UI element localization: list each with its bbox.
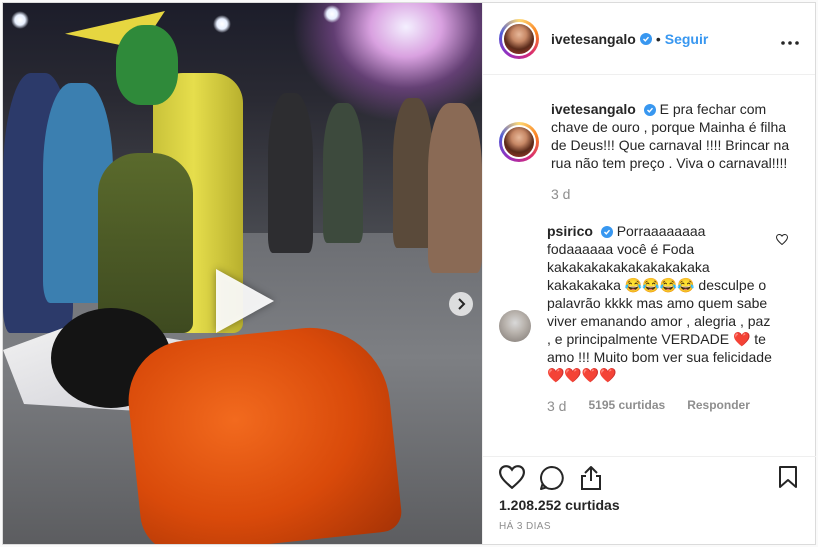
caption-meta: 3 d — [551, 186, 791, 202]
comment-body: Porraaaaaaaa fodaaaaaa você é Foda kakak… — [547, 223, 772, 383]
play-icon[interactable] — [216, 269, 274, 333]
reply-button[interactable]: Responder — [687, 398, 750, 414]
caption-time[interactable]: 3 d — [551, 186, 570, 202]
verified-badge-icon — [600, 226, 613, 239]
action-bar — [483, 456, 816, 496]
avatar[interactable] — [499, 310, 531, 342]
chevron-right-icon[interactable] — [449, 292, 473, 316]
more-options-icon[interactable] — [781, 29, 799, 50]
comment-icon[interactable] — [539, 465, 565, 496]
street-lamp — [11, 11, 29, 29]
green-robe-figure — [98, 153, 193, 333]
comment-meta: 3 d 5195 curtidas Responder — [547, 398, 772, 414]
avatar[interactable] — [499, 122, 539, 162]
post-video[interactable] — [3, 3, 482, 544]
street-lamp — [323, 5, 341, 23]
share-icon[interactable] — [579, 465, 603, 496]
caption-username[interactable]: ivetesangalo — [551, 101, 636, 117]
follow-button[interactable]: Seguir — [665, 31, 709, 47]
crowd-person — [393, 98, 433, 248]
comment-username[interactable]: psirico — [547, 223, 593, 239]
crowd-person — [323, 103, 363, 243]
post-header: ivetesangalo • Seguir — [483, 3, 815, 75]
comment-time[interactable]: 3 d — [547, 398, 566, 414]
comment-text: psirico Porraaaaaaaa fodaaaaaa você é Fo… — [547, 222, 772, 384]
caption: ivetesangalo E pra fechar com chave de o… — [499, 100, 800, 202]
comments-list[interactable]: ivetesangalo E pra fechar com chave de o… — [483, 76, 816, 454]
post-side-panel: ivetesangalo • Seguir ivetesangalo E pra… — [482, 3, 816, 544]
crowd-person — [428, 103, 482, 273]
header-username[interactable]: ivetesangalo — [551, 31, 636, 47]
instagram-post: ivetesangalo • Seguir ivetesangalo E pra… — [2, 2, 816, 545]
comment-like-heart-icon[interactable] — [775, 232, 789, 250]
orange-cloth — [122, 319, 404, 544]
caption-text: ivetesangalo E pra fechar com chave de o… — [551, 100, 791, 172]
bookmark-icon[interactable] — [778, 465, 798, 494]
list-item: psirico Porraaaaaaaa fodaaaaaa você é Fo… — [499, 222, 800, 414]
street-lamp — [213, 15, 231, 33]
crowd-person — [268, 93, 313, 253]
verified-badge-icon — [643, 104, 656, 117]
comment-likes[interactable]: 5195 curtidas — [588, 398, 665, 414]
post-likes[interactable]: 1.208.252 curtidas — [499, 497, 620, 513]
verified-badge-icon — [639, 32, 652, 45]
heart-icon[interactable] — [498, 465, 526, 494]
green-mask — [116, 25, 178, 105]
avatar[interactable] — [499, 18, 539, 59]
separator-dot: • — [655, 30, 661, 47]
post-timestamp[interactable]: HÁ 3 DIAS — [499, 521, 551, 532]
